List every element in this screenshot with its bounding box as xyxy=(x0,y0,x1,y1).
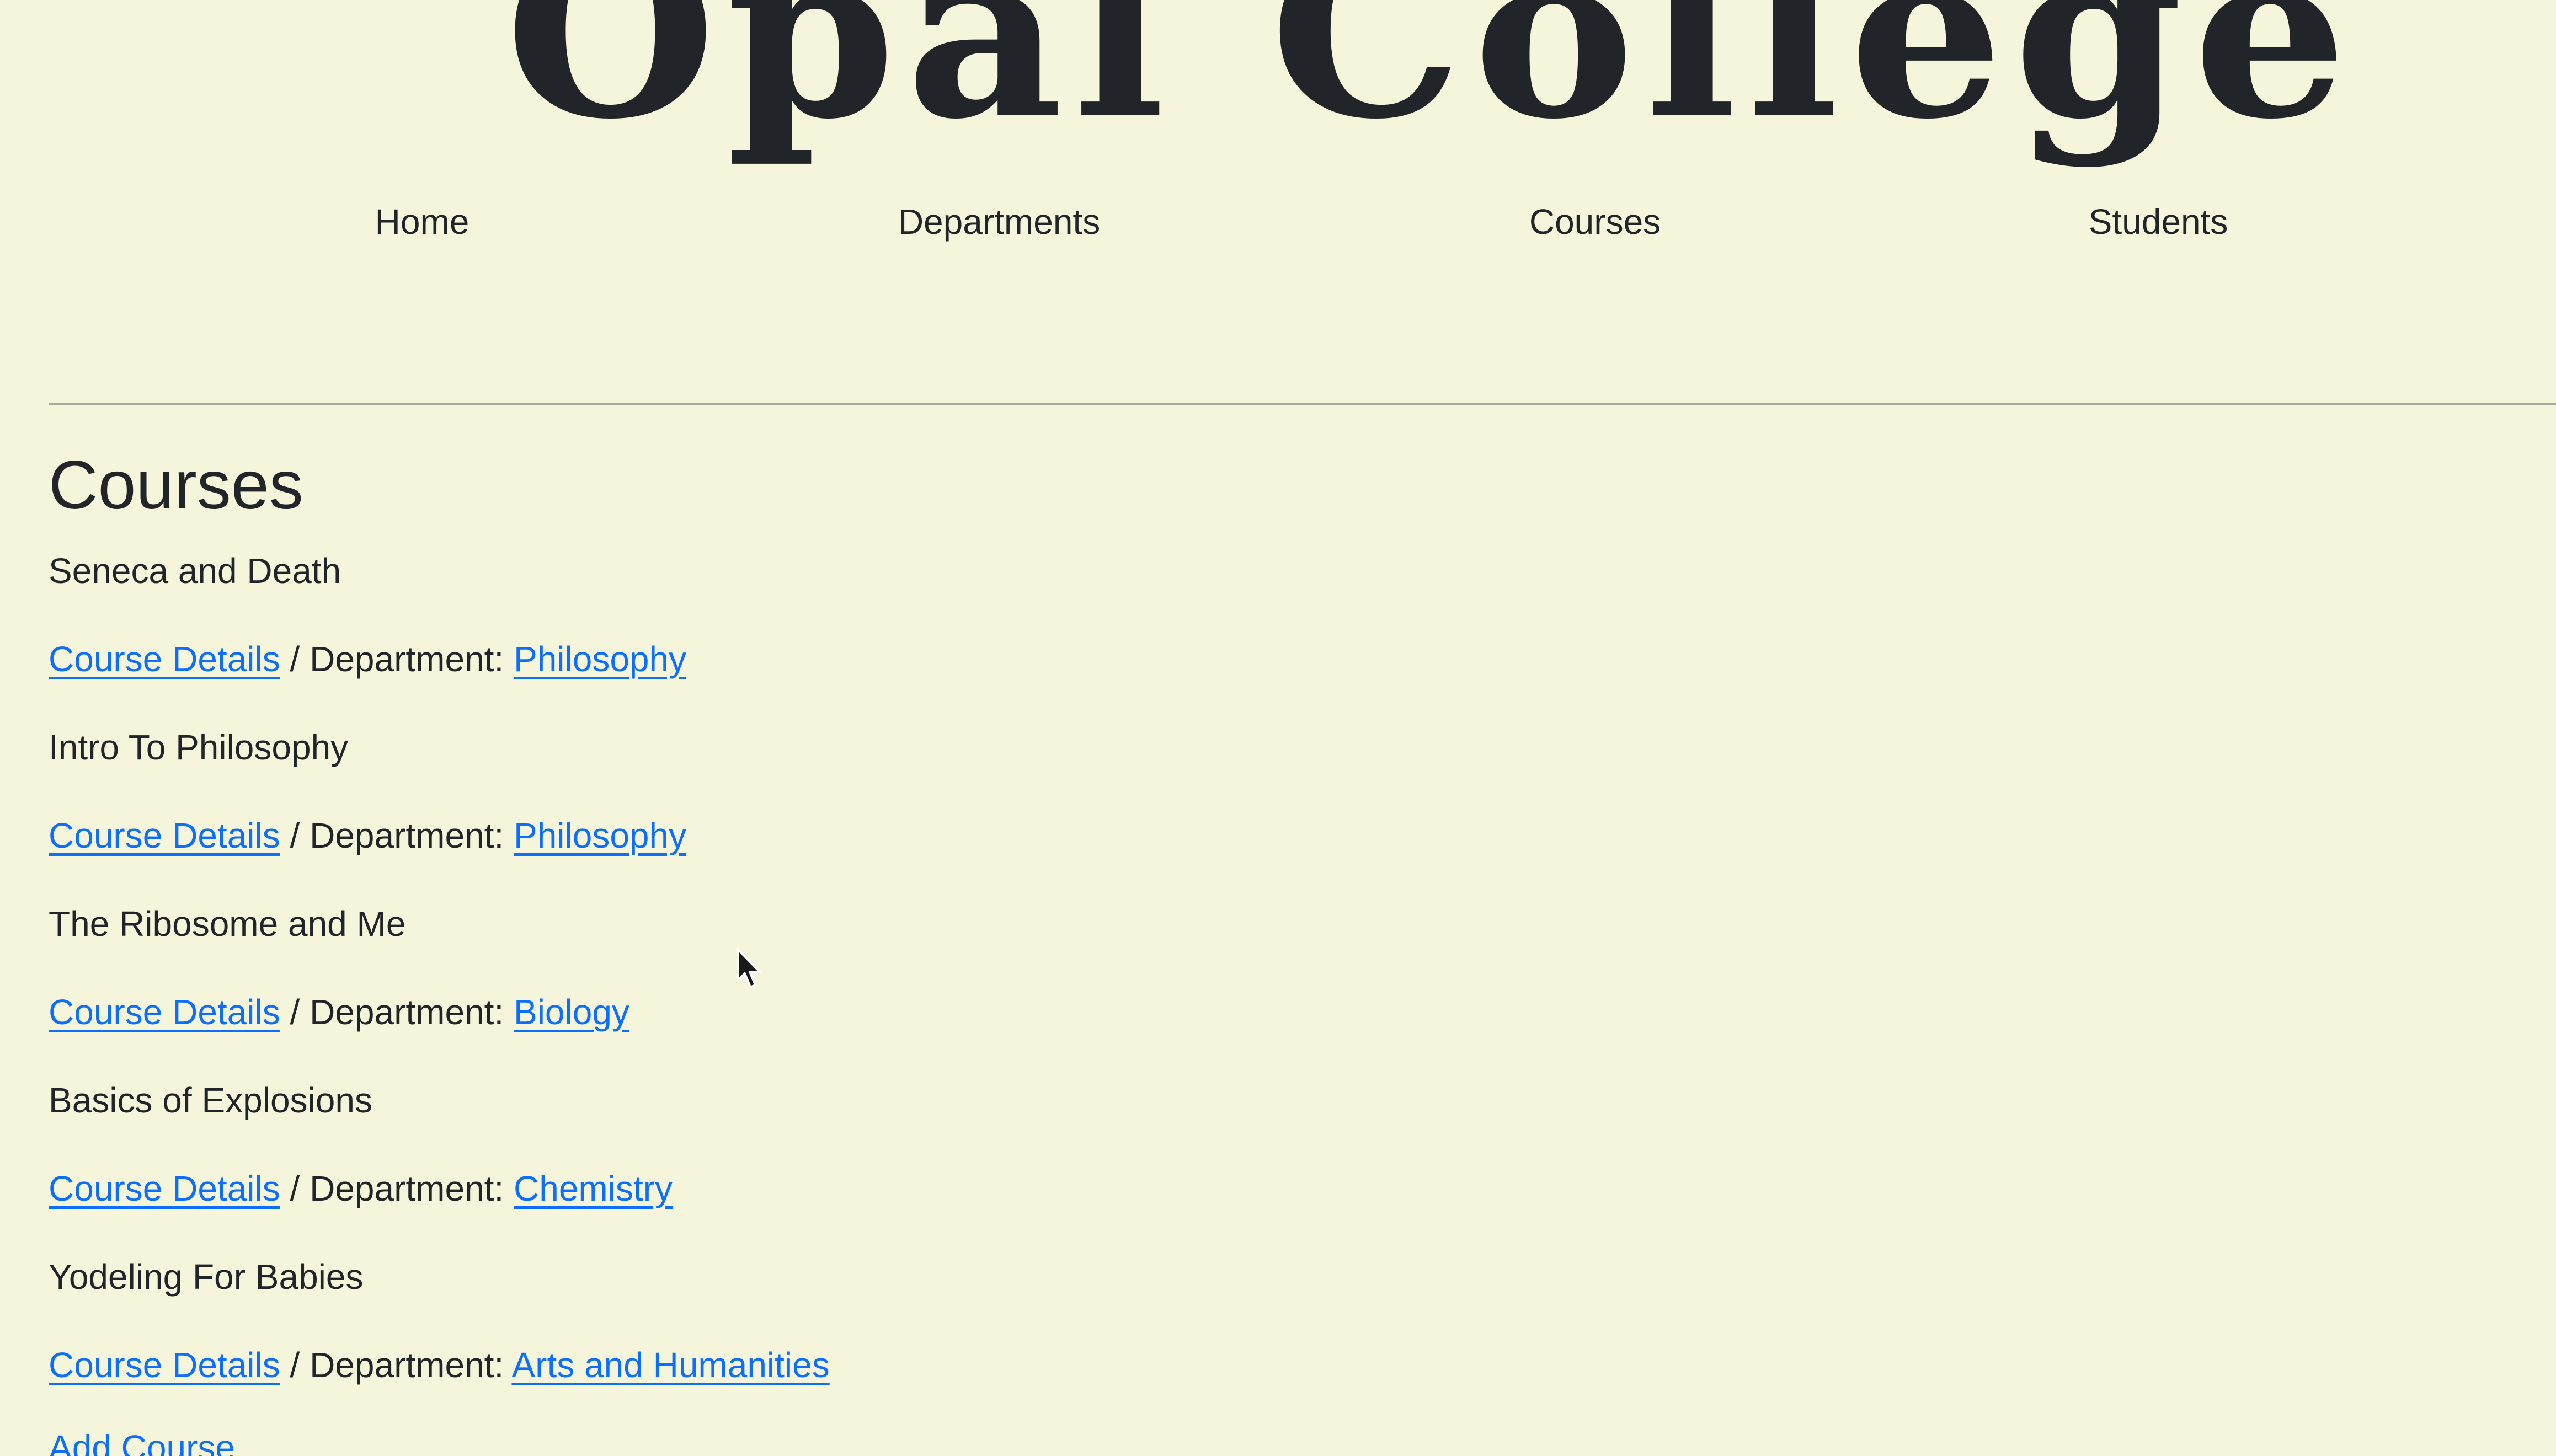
college-logo: Opal College xyxy=(505,0,2357,170)
department-separator: / Department: xyxy=(280,992,514,1032)
nav-home-link[interactable]: Home xyxy=(375,200,469,244)
department-separator: / Department: xyxy=(280,816,514,855)
course-details-link[interactable]: Course Details xyxy=(49,1345,280,1385)
department-link[interactable]: Philosophy xyxy=(514,816,686,855)
course-name: Yodeling For Babies xyxy=(49,1257,364,1297)
course-name: The Ribosome and Me xyxy=(49,904,406,944)
page-title: Courses xyxy=(49,447,303,523)
nav-students-link[interactable]: Students xyxy=(2089,200,2228,244)
course-meta: Course Details / Department: Biology xyxy=(49,990,1704,1034)
course-meta: Course Details / Department: Philosophy xyxy=(49,813,1704,858)
department-link[interactable]: Chemistry xyxy=(514,1169,673,1208)
course-item: Yodeling For Babies Course Details / Dep… xyxy=(49,1255,1704,1431)
department-link[interactable]: Philosophy xyxy=(514,639,686,679)
course-item: The Ribosome and Me Course Details / Dep… xyxy=(49,902,1704,1078)
header-divider xyxy=(49,403,2556,405)
course-meta: Course Details / Department: Philosophy xyxy=(49,637,1704,681)
course-item: Basics of Explosions Course Details / De… xyxy=(49,1078,1704,1255)
department-separator: / Department: xyxy=(280,639,514,679)
nav-departments-link[interactable]: Departments xyxy=(898,200,1100,244)
course-list: Seneca and Death Course Details / Depart… xyxy=(49,549,1704,1431)
department-separator: / Department: xyxy=(280,1169,514,1208)
course-meta: Course Details / Department: Chemistry xyxy=(49,1166,1704,1211)
course-details-link[interactable]: Course Details xyxy=(49,1169,280,1208)
course-name: Intro To Philosophy xyxy=(49,727,349,767)
course-name: Basics of Explosions xyxy=(49,1080,372,1120)
course-item: Seneca and Death Course Details / Depart… xyxy=(49,549,1704,725)
course-details-link[interactable]: Course Details xyxy=(49,816,280,855)
main-nav: Home Departments Courses Students xyxy=(0,200,2556,244)
nav-courses-link[interactable]: Courses xyxy=(1529,200,1661,244)
course-details-link[interactable]: Course Details xyxy=(49,992,280,1032)
course-item: Intro To Philosophy Course Details / Dep… xyxy=(49,725,1704,902)
department-link[interactable]: Arts and Humanities xyxy=(511,1345,829,1385)
department-link[interactable]: Biology xyxy=(514,992,629,1032)
add-course-link[interactable]: Add Course xyxy=(49,1426,235,1456)
course-details-link[interactable]: Course Details xyxy=(49,639,280,679)
department-separator: / Department: xyxy=(280,1345,512,1385)
mouse-pointer-icon xyxy=(737,948,761,988)
course-meta: Course Details / Department: Arts and Hu… xyxy=(49,1343,1704,1387)
course-name: Seneca and Death xyxy=(49,551,341,591)
